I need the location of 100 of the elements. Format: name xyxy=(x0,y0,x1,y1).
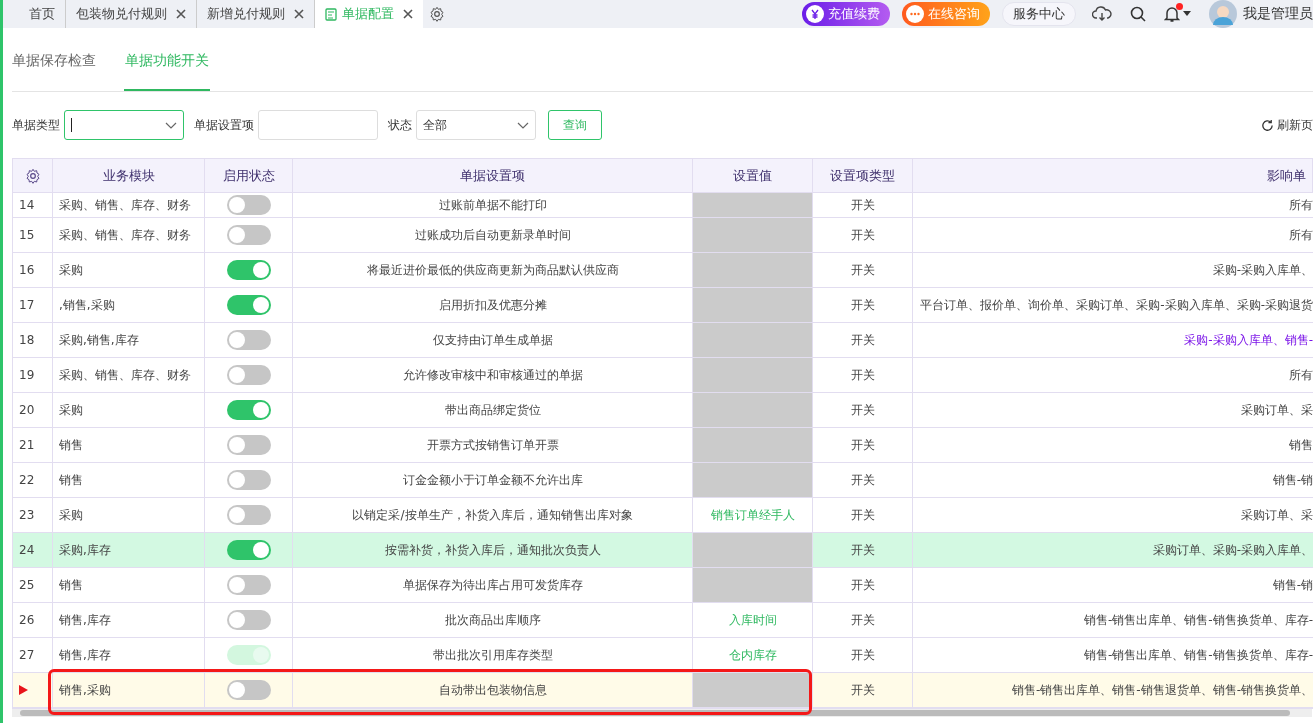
table-cell: 采购订单、采购-采购入库单、 xyxy=(1152,541,1313,559)
column-header: 启用状态 xyxy=(222,166,275,185)
table-cell: 采购、销售、库存、财务 xyxy=(59,226,191,244)
toggle-switch[interactable] xyxy=(226,680,271,700)
table-cell: 开关 xyxy=(850,646,875,664)
table-row[interactable]: 20 采购 带出商品绑定货位 开关 采购订单、采 xyxy=(13,393,1313,428)
toggle-switch[interactable] xyxy=(226,400,271,420)
table-row[interactable]: 26 销售,库存 批次商品出库顺序 入库时间 开关 销售-销售出库单、销售-销售换货单、库存- xyxy=(13,603,1313,638)
table-cell: 开关 xyxy=(850,401,875,419)
table-cell: 销售 xyxy=(59,576,83,594)
setting-item-field[interactable] xyxy=(258,110,378,140)
table-cell: 销售 xyxy=(59,471,83,489)
refresh-link[interactable]: 刷新页 xyxy=(1277,116,1313,134)
table-cell: 所有 xyxy=(1289,196,1313,214)
table-row[interactable]: 14 采购、销售、库存、财务 过账前单据不能打印 开关 所有 xyxy=(13,193,1313,218)
chevron-icon xyxy=(165,121,177,129)
table-cell: 开关 xyxy=(850,196,875,214)
toggle-switch[interactable] xyxy=(226,435,271,455)
table-row[interactable]: 销售,采购 自动带出包装物信息 开关 销售-销售出库单、销售-销售退货单、销售-销售换货单、 xyxy=(13,673,1313,708)
caret-icon[interactable] xyxy=(1183,11,1191,17)
row-number: 18 xyxy=(19,333,35,347)
table-cell: 所有 xyxy=(1289,366,1313,384)
table-cell: 销售,库存 xyxy=(59,646,111,664)
toggle-switch[interactable] xyxy=(226,260,271,280)
horizontal-scrollbar[interactable] xyxy=(12,709,1312,717)
table-row[interactable]: 18 采购,销售,库存 仅支持由订单生成单据 开关 采购-采购入库单、销售- xyxy=(13,323,1313,358)
close-icon[interactable] xyxy=(403,9,413,19)
toggle-switch[interactable] xyxy=(226,195,271,215)
table-cell: 采购,库存 xyxy=(59,541,111,559)
settings-icon[interactable] xyxy=(24,167,41,184)
toggle-switch[interactable] xyxy=(226,505,271,525)
row-number: 24 xyxy=(19,543,35,557)
row-number: 21 xyxy=(19,438,35,452)
column-header: 业务模块 xyxy=(102,166,155,185)
chat-icon xyxy=(906,5,924,23)
status-select[interactable]: 全部 xyxy=(416,110,536,140)
money-bag-icon xyxy=(806,5,824,23)
table-cell: 开关 xyxy=(850,261,875,279)
table-cell: 开票方式按销售订单开票 xyxy=(426,436,559,454)
table-cell: 销售-销 xyxy=(1272,576,1313,594)
table-row[interactable]: 23 采购 以销定采/按单生产，补货入库后，通知销售出库对象 销售订单经手人 开关 采购订单、采 xyxy=(13,498,1313,533)
sub-tab[interactable]: 单据保存检查 xyxy=(12,32,96,91)
toggle-switch[interactable] xyxy=(226,225,271,245)
table-row[interactable]: 16 采购 将最近进价最低的供应商更新为商品默认供应商 开关 采购-采购入库单、 xyxy=(13,253,1313,288)
table-cell: 销售-销售出库单、销售-销售换货单、库存- xyxy=(1084,646,1313,664)
column-header: 影响单 xyxy=(1267,166,1306,185)
toggle-switch[interactable] xyxy=(226,610,271,630)
table-cell: 允许修改审核中和审核通过的单据 xyxy=(402,366,583,384)
table-cell: 销售-销 xyxy=(1272,471,1313,489)
row-number: 17 xyxy=(19,298,35,312)
close-icon[interactable] xyxy=(294,9,304,19)
tab[interactable]: 首页 xyxy=(3,0,66,28)
table-row[interactable]: 24 采购,库存 按需补货，补货入库后，通知批次负责人 开关 采购订单、采购-采购入库单、 xyxy=(13,533,1313,568)
table-cell: 采购、销售、库存、财务 xyxy=(59,196,191,214)
close-icon[interactable] xyxy=(176,9,186,19)
user-name[interactable]: 我是管理员 xyxy=(1243,5,1313,23)
search-icon[interactable] xyxy=(1130,6,1146,22)
table-cell: 过账前单据不能打印 xyxy=(438,196,547,214)
table-cell: 开关 xyxy=(850,366,875,384)
toggle-switch[interactable] xyxy=(226,365,271,385)
toggle-switch[interactable] xyxy=(226,540,271,560)
table-cell: 开关 xyxy=(850,331,875,349)
table-row[interactable]: 22 销售 订金金额小于订单金额不允许出库 开关 销售-销 xyxy=(13,463,1313,498)
field-label: 单据类型 xyxy=(12,116,60,134)
toggle-switch[interactable] xyxy=(226,295,271,315)
table-cell: ,销售,采购 xyxy=(59,296,115,314)
table-cell: 销售,库存 xyxy=(59,611,111,629)
table-cell: 按需补货，补货入库后，通知批次负责人 xyxy=(384,541,601,559)
table-cell: 销售 xyxy=(59,436,83,454)
toggle-switch[interactable] xyxy=(226,575,271,595)
table-cell: 启用折扣及优惠分摊 xyxy=(438,296,547,314)
doc-type-select[interactable] xyxy=(64,110,184,140)
toggle-switch[interactable] xyxy=(226,470,271,490)
service-button[interactable]: 服务中心 xyxy=(1002,2,1076,26)
tab[interactable]: 包装物兑付规则 xyxy=(66,0,197,28)
document-icon xyxy=(325,7,337,21)
bell-icon[interactable] xyxy=(1164,5,1180,23)
cloud-download-icon[interactable] xyxy=(1092,6,1112,22)
refresh-icon[interactable] xyxy=(1261,118,1274,132)
table-row[interactable]: 17 ,销售,采购 启用折扣及优惠分摊 开关 平台订单、报价单、询价单、采购订单、采购-采购入库单、采购-采购退货 xyxy=(13,288,1313,323)
table-row[interactable]: 19 采购、销售、库存、财务 允许修改审核中和审核通过的单据 开关 所有 xyxy=(13,358,1313,393)
table-cell: 采购,销售,库存 xyxy=(59,331,139,349)
table-cell: 平台订单、报价单、询价单、采购订单、采购-采购入库单、采购-采购退货 xyxy=(920,296,1313,314)
table-cell: 采购 xyxy=(59,506,83,524)
table-cell: 订金金额小于订单金额不允许出库 xyxy=(402,471,583,489)
settings-icon[interactable] xyxy=(429,6,445,22)
table-row[interactable]: 15 采购、销售、库存、财务 过账成功后自动更新录单时间 开关 所有 xyxy=(13,218,1313,253)
table-row[interactable]: 25 销售 单据保存为待出库占用可发货库存 开关 销售-销 xyxy=(13,568,1313,603)
current-row-icon xyxy=(19,685,28,695)
table-cell: 采购-采购入库单、 xyxy=(1212,261,1313,279)
toggle-switch[interactable] xyxy=(226,330,271,350)
recharge-button[interactable]: 充值续费 xyxy=(802,2,890,26)
table-cell: 采购 xyxy=(59,401,83,419)
row-number: 26 xyxy=(19,613,35,627)
table-row[interactable]: 21 销售 开票方式按销售订单开票 开关 销售 xyxy=(13,428,1313,463)
table-cell: 将最近进价最低的供应商更新为商品默认供应商 xyxy=(366,261,619,279)
table-cell: 销售-销售出库单、销售-销售退货单、销售-销售换货单、 xyxy=(1012,681,1313,699)
table-cell: 开关 xyxy=(850,471,875,489)
table-cell: 仓内库存 xyxy=(728,646,777,664)
avatar-icon[interactable] xyxy=(1209,0,1237,28)
